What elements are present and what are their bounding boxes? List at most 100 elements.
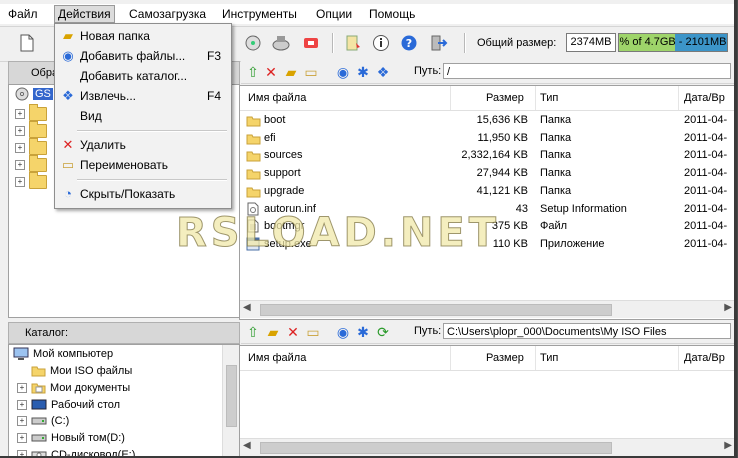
- column-divider[interactable]: [450, 346, 451, 370]
- menu-file[interactable]: Файл: [8, 7, 38, 21]
- rename-icon[interactable]: ▭: [303, 64, 319, 80]
- exit-icon[interactable]: [428, 32, 450, 54]
- expand-icon[interactable]: +: [17, 450, 27, 456]
- tree-folder-node[interactable]: +: [15, 121, 47, 138]
- new-document-icon[interactable]: [16, 32, 38, 54]
- scroll-right-icon[interactable]: ▶: [724, 302, 732, 313]
- menu-options[interactable]: Опции: [316, 7, 352, 21]
- new-folder-icon[interactable]: ▰: [283, 64, 299, 80]
- file-row[interactable]: setup.exe 110 KB Приложение 2011-04-: [240, 236, 734, 253]
- file-type: Папка: [540, 184, 572, 197]
- menu-item-label: Добавить файлы...: [80, 49, 186, 63]
- catalog-item[interactable]: + Мои документы: [17, 381, 130, 394]
- file-row[interactable]: upgrade 41,121 KB Папка 2011-04-: [240, 183, 734, 201]
- delete-icon[interactable]: ✕: [263, 64, 279, 80]
- expand-icon[interactable]: +: [15, 109, 25, 119]
- file-type: Приложение: [540, 237, 605, 250]
- refresh-icon[interactable]: ⟳: [375, 324, 391, 340]
- menu-help[interactable]: Помощь: [369, 7, 415, 21]
- scroll-left-icon[interactable]: ◀: [243, 302, 251, 313]
- menu-autoboot[interactable]: Самозагрузка: [129, 7, 206, 21]
- file-row[interactable]: boot 15,636 KB Папка 2011-04-: [240, 112, 734, 129]
- scroll-thumb[interactable]: [260, 442, 612, 454]
- expand-icon[interactable]: +: [15, 160, 25, 170]
- catalog-vscroll[interactable]: [222, 345, 239, 456]
- expand-icon[interactable]: +: [17, 400, 27, 410]
- scroll-thumb[interactable]: [226, 365, 237, 427]
- catalog-item[interactable]: + Рабочий стол: [17, 398, 120, 412]
- up-folder-icon[interactable]: ⇧: [245, 324, 261, 340]
- column-date[interactable]: Дата/Вр: [684, 92, 725, 104]
- scroll-thumb[interactable]: [260, 304, 612, 316]
- column-size[interactable]: Размер: [486, 352, 524, 364]
- catalog-item[interactable]: + (C:): [17, 415, 69, 427]
- burn-icon[interactable]: [270, 32, 292, 54]
- menu-item-hide-show[interactable]: ◔ Скрыть/Показать: [55, 184, 231, 204]
- new-folder-icon[interactable]: ▰: [265, 324, 281, 340]
- column-divider[interactable]: [678, 86, 679, 110]
- scroll-right-icon[interactable]: ▶: [724, 440, 732, 451]
- column-divider[interactable]: [450, 86, 451, 110]
- delete-icon[interactable]: ✕: [285, 324, 301, 340]
- column-divider[interactable]: [535, 346, 536, 370]
- extract-icon[interactable]: ❖: [375, 64, 391, 80]
- file-row[interactable]: bootmgr 375 KB Файл 2011-04-: [240, 218, 734, 235]
- image-path-field[interactable]: /: [443, 63, 731, 79]
- image-list-hscroll[interactable]: ◀ ▶: [240, 300, 734, 318]
- tree-folder-node[interactable]: +: [15, 104, 47, 121]
- settings-icon[interactable]: ✱: [355, 324, 371, 340]
- add-icon[interactable]: ◉: [335, 64, 351, 80]
- tree-folder-node[interactable]: +: [15, 138, 47, 155]
- svg-text:?: ?: [406, 37, 412, 50]
- menu-item-rename[interactable]: ▭ Переименовать: [55, 155, 231, 175]
- menu-actions[interactable]: Действия: [54, 5, 115, 23]
- file-row[interactable]: autorun.inf 43 Setup Information 2011-04-: [240, 201, 734, 218]
- properties-icon[interactable]: [342, 32, 364, 54]
- column-date[interactable]: Дата/Вр: [684, 352, 725, 364]
- menu-item-new-folder[interactable]: ▰ Новая папка: [55, 26, 231, 46]
- local-path-field[interactable]: C:\Users\plopr_000\Documents\My ISO File…: [443, 323, 731, 339]
- folder-icon: [246, 185, 261, 201]
- catalog-item[interactable]: Мой компьютер: [13, 347, 113, 361]
- menu-item-delete[interactable]: ✕ Удалить: [55, 135, 231, 155]
- settings-icon[interactable]: ✱: [355, 64, 371, 80]
- column-name[interactable]: Имя файла: [248, 92, 306, 104]
- tree-folder-node[interactable]: +: [15, 155, 47, 172]
- tree-root[interactable]: GS: [15, 87, 53, 101]
- tree-folder-node[interactable]: +: [15, 172, 47, 189]
- local-list-hscroll[interactable]: ◀ ▶: [240, 438, 734, 456]
- column-divider[interactable]: [535, 86, 536, 110]
- menu-item-extract[interactable]: ❖ Извлечь... F4: [55, 86, 231, 106]
- expand-icon[interactable]: +: [15, 126, 25, 136]
- menu-item-add-directory[interactable]: Добавить каталог...: [55, 66, 231, 86]
- file-row[interactable]: efi 11,950 KB Папка 2011-04-: [240, 130, 734, 147]
- scroll-left-icon[interactable]: ◀: [243, 440, 251, 451]
- catalog-item[interactable]: + Новый том(D:): [17, 432, 125, 444]
- mount-icon[interactable]: [242, 32, 264, 54]
- menu-item-add-files[interactable]: ◉ Добавить файлы... F3: [55, 46, 231, 66]
- column-divider[interactable]: [678, 346, 679, 370]
- file-type: Файл: [540, 220, 568, 233]
- file-row[interactable]: sources 2,332,164 KB Папка 2011-04-: [240, 147, 734, 164]
- file-row[interactable]: support 27,944 KB Папка 2011-04-: [240, 165, 734, 182]
- column-name[interactable]: Имя файла: [248, 352, 306, 364]
- expand-icon[interactable]: +: [17, 382, 27, 393]
- column-type[interactable]: Тип: [540, 92, 558, 104]
- expand-icon[interactable]: +: [15, 177, 25, 187]
- column-type[interactable]: Тип: [540, 352, 558, 364]
- info-icon[interactable]: [370, 32, 392, 54]
- expand-icon[interactable]: +: [17, 433, 27, 443]
- column-size[interactable]: Размер: [486, 92, 524, 104]
- catalog-item[interactable]: Мои ISO файлы: [17, 364, 132, 377]
- catalog-item[interactable]: + CD-дисковод(E:): [17, 449, 135, 456]
- menu-tools[interactable]: Инструменты: [222, 7, 297, 21]
- add-icon[interactable]: ◉: [335, 324, 351, 340]
- catalog-item-label: (C:): [51, 415, 70, 427]
- up-folder-icon[interactable]: ⇧: [245, 64, 261, 80]
- menu-item-view[interactable]: Вид: [55, 106, 231, 126]
- expand-icon[interactable]: +: [15, 143, 25, 153]
- rename-icon[interactable]: ▭: [305, 324, 321, 340]
- magic-icon[interactable]: [300, 32, 322, 54]
- help-icon[interactable]: ?: [398, 32, 420, 54]
- expand-icon[interactable]: +: [17, 416, 27, 426]
